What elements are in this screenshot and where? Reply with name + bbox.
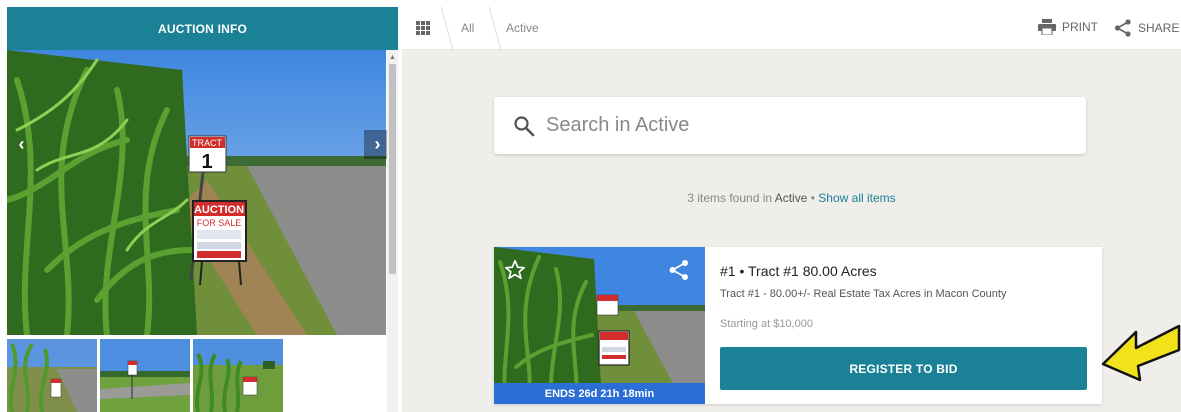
sign-for-sale: FOR SALE (197, 218, 242, 228)
lot-starting-price: Starting at $10,000 (720, 318, 813, 330)
breadcrumb-active[interactable]: Active (506, 21, 539, 35)
annotation-arrow-icon (1101, 324, 1181, 382)
gallery-scrollbar[interactable]: ▲ (387, 50, 398, 412)
sign-auction-word: AUCTION (194, 204, 244, 216)
chevron-left-icon: ‹ (18, 134, 25, 154)
search-input[interactable] (546, 114, 1066, 137)
breadcrumb-all[interactable]: All (461, 21, 474, 35)
print-label: PRINT (1062, 20, 1098, 34)
lot-share-icon[interactable] (668, 259, 690, 281)
lot-card[interactable]: ENDS 26d 21h 18min #1 • Tract #1 80.00 A… (494, 247, 1102, 404)
lot-subtitle: Tract #1 - 80.00+/- Real Estate Tax Acre… (720, 288, 1007, 300)
main-content: 3 items found in Active • Show all items (402, 50, 1181, 412)
search-box[interactable] (494, 97, 1086, 154)
chevron-right-icon: › (374, 134, 381, 154)
thumbnail-1[interactable] (7, 339, 97, 412)
sign-tract-number: 1 (201, 151, 212, 173)
hero-image: TRACT 1 AUCTION FOR SALE (7, 50, 386, 335)
lot-title[interactable]: #1 • Tract #1 80.00 Acres (720, 263, 877, 279)
results-summary: 3 items found in Active • Show all items (402, 191, 1181, 205)
show-all-items-link[interactable]: Show all items (818, 191, 895, 205)
ends-countdown: ENDS 26d 21h 18min (494, 383, 705, 404)
sign-tract-word: TRACT (192, 138, 222, 148)
auction-info-panel: AUCTION INFO TRACT 1 AUCTION FOR SALE ‹ … (7, 0, 398, 412)
share-button[interactable]: SHARE (1114, 19, 1179, 37)
results-category: Active (774, 191, 808, 205)
scroll-thumb[interactable] (389, 64, 396, 274)
thumbnail-3[interactable] (193, 339, 283, 412)
top-bar: All Active PRINT SHARE (402, 7, 1181, 50)
results-count: 3 items found in (687, 191, 773, 205)
breadcrumb-separator (488, 7, 502, 50)
lot-image[interactable]: ENDS 26d 21h 18min (494, 247, 705, 404)
search-icon (514, 115, 535, 136)
register-to-bid-button[interactable]: REGISTER TO BID (720, 347, 1087, 390)
breadcrumb-separator (440, 7, 454, 50)
thumbnail-2[interactable] (100, 339, 190, 412)
share-icon (1114, 19, 1131, 37)
auction-info-tab[interactable]: AUCTION INFO (7, 7, 398, 50)
share-label: SHARE (1138, 21, 1180, 35)
prev-image-button[interactable]: ‹ (7, 130, 36, 159)
print-button[interactable]: PRINT (1038, 19, 1098, 35)
apps-grid-icon[interactable] (416, 21, 430, 35)
thumbnail-strip (7, 339, 387, 412)
scroll-up-icon[interactable]: ▲ (389, 54, 396, 61)
favorite-star-icon[interactable] (504, 259, 526, 281)
results-separator: • (810, 191, 815, 205)
printer-icon (1038, 19, 1056, 35)
